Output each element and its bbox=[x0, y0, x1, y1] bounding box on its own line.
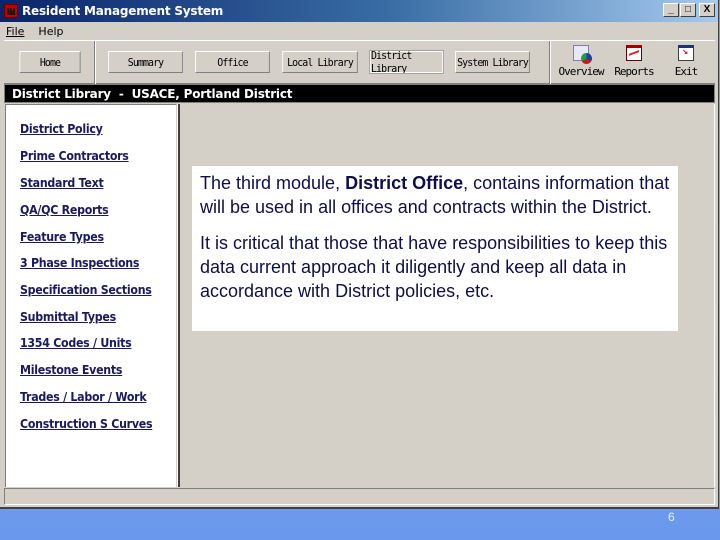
callout-paragraph-2: It is critical that those that have resp… bbox=[200, 233, 668, 301]
exit-button[interactable]: Exit bbox=[661, 43, 711, 83]
reports-button[interactable]: Reports bbox=[609, 43, 659, 83]
callout-box: The third module, District Office, conta… bbox=[192, 166, 678, 331]
sidebar-link-construction-s-curves[interactable]: Construction S Curves bbox=[20, 417, 153, 431]
toolbar-separator bbox=[549, 41, 551, 84]
callout-text: The third module, bbox=[200, 173, 346, 193]
exit-icon bbox=[678, 45, 694, 61]
reports-icon bbox=[626, 45, 642, 61]
office-button[interactable]: Office bbox=[195, 51, 270, 73]
overview-label: Overview bbox=[558, 65, 605, 78]
reports-label: Reports bbox=[614, 65, 654, 78]
close-button[interactable]: X bbox=[699, 3, 715, 17]
status-bar bbox=[4, 488, 715, 505]
callout-paragraph-1: The third module, District Office, conta… bbox=[200, 171, 670, 219]
overview-button[interactable]: Overview bbox=[556, 43, 606, 83]
menu-help[interactable]: Help bbox=[38, 25, 63, 38]
sidebar: District Policy Prime Contractors Standa… bbox=[5, 104, 177, 487]
summary-button[interactable]: Summary bbox=[108, 51, 183, 73]
minimize-button[interactable]: _ bbox=[663, 3, 679, 17]
exit-label: Exit bbox=[674, 65, 698, 78]
title-bar[interactable]: Resident Management System _ □ X bbox=[0, 0, 718, 22]
app-logo-icon bbox=[4, 4, 18, 18]
sidebar-link-1354-codes-units[interactable]: 1354 Codes / Units bbox=[20, 336, 132, 350]
sidebar-link-milestone-events[interactable]: Milestone Events bbox=[20, 363, 122, 377]
toolbar: Home Summary Office Local Library Distri… bbox=[4, 40, 715, 84]
district-library-button[interactable]: District Library bbox=[369, 49, 444, 75]
sidebar-link-submittal-types[interactable]: Submittal Types bbox=[20, 310, 116, 324]
sidebar-link-specification-sections[interactable]: Specification Sections bbox=[20, 283, 152, 297]
home-button[interactable]: Home bbox=[19, 51, 81, 73]
menu-bar: File Help bbox=[0, 22, 718, 40]
menu-file[interactable]: File bbox=[6, 25, 24, 38]
section-header: District Library - USACE, Portland Distr… bbox=[4, 84, 715, 103]
window-title: Resident Management System bbox=[22, 4, 224, 18]
maximize-button[interactable]: □ bbox=[680, 3, 696, 17]
slide-page-number: 6 bbox=[668, 510, 675, 524]
sidebar-link-feature-types[interactable]: Feature Types bbox=[20, 230, 104, 244]
toolbar-separator bbox=[94, 41, 96, 84]
sidebar-link-district-policy[interactable]: District Policy bbox=[20, 122, 103, 136]
overview-icon bbox=[573, 45, 592, 64]
system-library-button[interactable]: System Library bbox=[455, 51, 530, 73]
callout-emphasis: District Office bbox=[345, 173, 464, 193]
local-library-button[interactable]: Local Library bbox=[282, 51, 358, 73]
sidebar-link-prime-contractors[interactable]: Prime Contractors bbox=[20, 149, 129, 163]
sidebar-link-trades-labor-work[interactable]: Trades / Labor / Work bbox=[20, 390, 147, 404]
sidebar-link-qaqc-reports[interactable]: QA/QC Reports bbox=[20, 203, 109, 217]
sidebar-link-standard-text[interactable]: Standard Text bbox=[20, 176, 104, 190]
window-controls: _ □ X bbox=[663, 3, 715, 17]
sidebar-link-3-phase-inspections[interactable]: 3 Phase Inspections bbox=[20, 256, 139, 270]
